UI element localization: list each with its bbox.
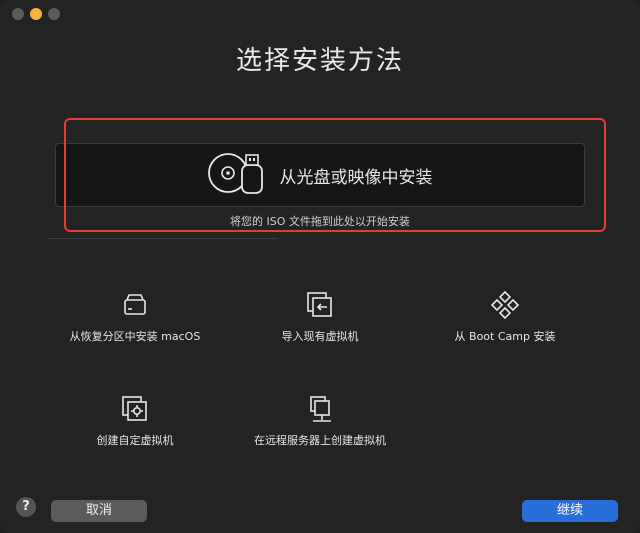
cancel-button[interactable]: 取消	[51, 500, 147, 522]
option-label: 从 Boot Camp 安装	[454, 330, 556, 343]
page-title: 选择安装方法	[235, 46, 404, 76]
divider	[48, 238, 278, 239]
help-button[interactable]: ?	[16, 497, 36, 517]
option-create-custom-vm[interactable]: 创建自定虚拟机	[35, 392, 235, 448]
highlight-annotation	[64, 118, 606, 232]
option-label: 从恢复分区中安装 macOS	[69, 330, 201, 343]
option-import-vm[interactable]: 导入现有虚拟机	[220, 288, 420, 344]
option-install-from-recovery[interactable]: 从恢复分区中安装 macOS	[35, 288, 235, 344]
install-method-window: 选择安装方法 从光盘或映像中安装 将您的 ISO 文件拖到此处以开始安装 从恢复…	[0, 0, 640, 533]
minimize-window-button[interactable]	[30, 8, 42, 20]
close-window-button[interactable]	[12, 8, 24, 20]
disk-drive-icon	[35, 288, 235, 322]
option-boot-camp[interactable]: 从 Boot Camp 安装	[405, 288, 605, 344]
custom-vm-icon	[35, 392, 235, 426]
option-remote-server-vm[interactable]: 在远程服务器上创建虚拟机	[220, 392, 420, 448]
option-label: 导入现有虚拟机	[281, 330, 359, 343]
import-vm-icon	[220, 288, 420, 322]
option-label: 在远程服务器上创建虚拟机	[254, 434, 386, 447]
option-label: 创建自定虚拟机	[96, 434, 174, 447]
window-controls	[12, 8, 60, 20]
remote-server-icon	[220, 392, 420, 426]
continue-button[interactable]: 继续	[522, 500, 618, 522]
boot-camp-icon	[405, 288, 605, 322]
zoom-window-button[interactable]	[48, 8, 60, 20]
